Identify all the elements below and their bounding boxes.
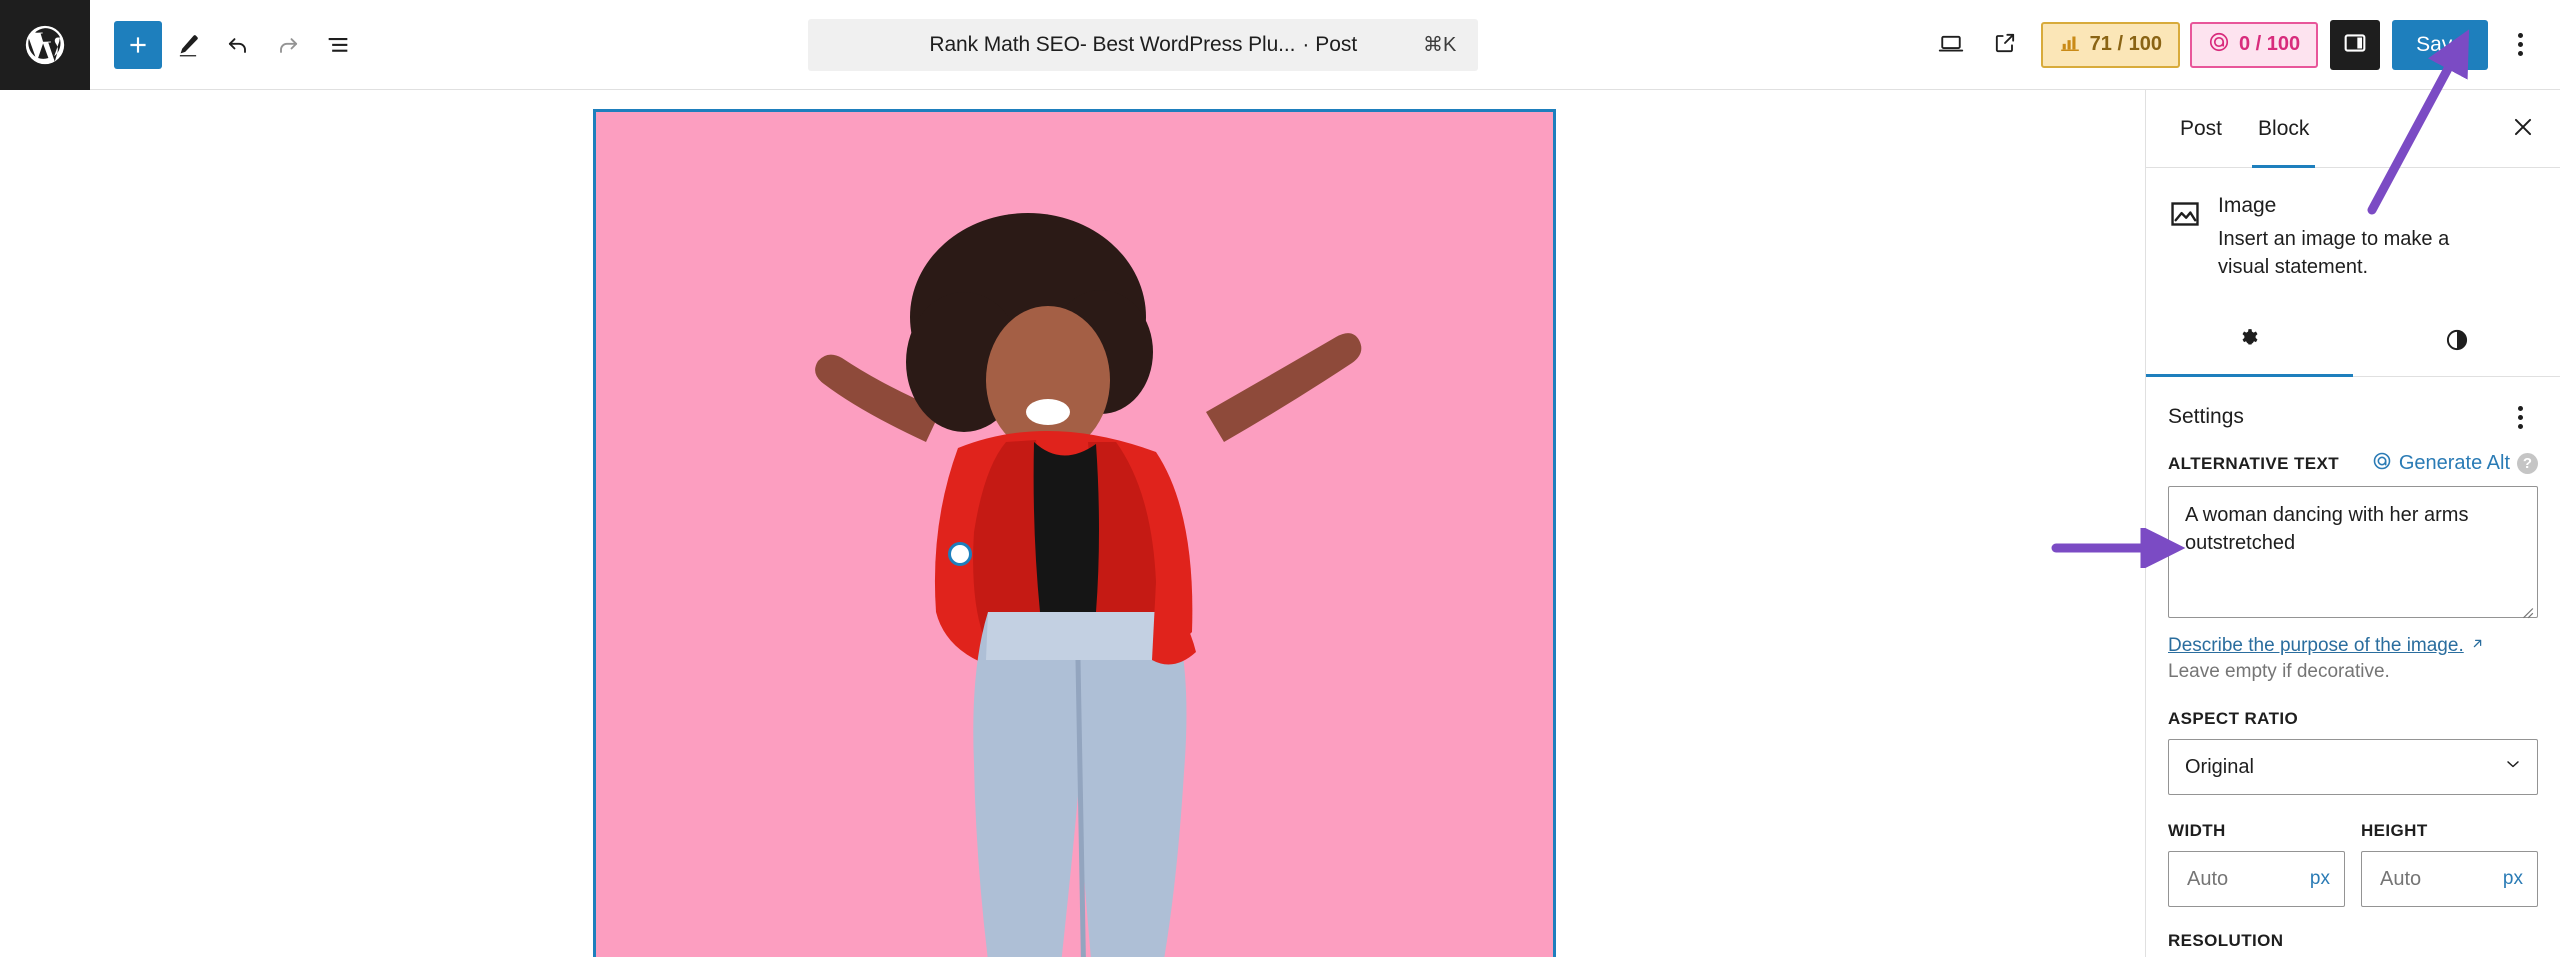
tools-button[interactable] bbox=[164, 21, 212, 69]
alt-text-input-wrapper bbox=[2168, 486, 2538, 623]
close-icon bbox=[2510, 114, 2536, 143]
sidebar-tab-bar: Post Block bbox=[2146, 90, 2560, 168]
width-input[interactable] bbox=[2185, 866, 2287, 892]
tab-post[interactable]: Post bbox=[2162, 90, 2240, 168]
width-unit[interactable]: px bbox=[2310, 868, 2330, 890]
describe-purpose-link[interactable]: Describe the purpose of the image. bbox=[2168, 635, 2485, 657]
chevron-down-icon bbox=[2503, 754, 2523, 780]
alt-text-label: ALTERNATIVE TEXT bbox=[2168, 453, 2340, 473]
document-type: · Post bbox=[1302, 32, 1358, 56]
aspect-ratio-label: ASPECT RATIO bbox=[2168, 709, 2299, 729]
preview-button[interactable] bbox=[1979, 19, 2031, 71]
list-view-icon bbox=[324, 31, 352, 59]
alt-text-field-group: ALTERNATIVE TEXT Generate Alt ? A woman … bbox=[2146, 441, 2560, 951]
selected-image-block[interactable] bbox=[593, 109, 1556, 957]
toolbar-right-group: 71 / 100 0 / 100 Save bbox=[1925, 19, 2560, 71]
width-field-group: WIDTH px bbox=[2168, 821, 2345, 908]
aspect-ratio-value: Original bbox=[2185, 755, 2254, 778]
toolbar-center-group: Rank Math SEO- Best WordPress Plu... · P… bbox=[362, 18, 1925, 71]
settings-sidebar: Post Block Image Insert an image to make… bbox=[2145, 90, 2560, 957]
plus-icon bbox=[125, 32, 151, 58]
editor-top-toolbar: Rank Math SEO- Best WordPress Plu... · P… bbox=[0, 0, 2560, 90]
height-unit[interactable]: px bbox=[2503, 868, 2523, 890]
document-title: Rank Math SEO- Best WordPress Plu... bbox=[929, 32, 1296, 56]
height-field-group: HEIGHT px bbox=[2361, 821, 2538, 908]
alt-text-hint: Leave empty if decorative. bbox=[2168, 661, 2390, 683]
image-photo bbox=[596, 112, 1553, 957]
tab-block[interactable]: Block bbox=[2240, 90, 2327, 168]
laptop-view-icon bbox=[1936, 28, 1966, 61]
block-info-card: Image Insert an image to make a visual s… bbox=[2146, 168, 2560, 307]
vertical-dots-icon bbox=[2517, 33, 2523, 56]
help-icon[interactable]: ? bbox=[2517, 453, 2538, 475]
width-input-wrapper[interactable]: px bbox=[2168, 851, 2345, 908]
gear-icon bbox=[2237, 327, 2263, 356]
editor-canvas[interactable] bbox=[0, 90, 2145, 957]
external-link-preview-icon bbox=[1991, 29, 2019, 60]
height-label: HEIGHT bbox=[2361, 821, 2428, 841]
height-input[interactable] bbox=[2378, 866, 2480, 892]
content-ai-badge[interactable]: 0 / 100 bbox=[2189, 21, 2319, 68]
settings-sidebar-toggle[interactable] bbox=[2330, 19, 2381, 70]
list-view-button[interactable] bbox=[314, 21, 362, 69]
inspector-tab-bar bbox=[2146, 307, 2560, 378]
settings-title: Settings bbox=[2168, 405, 2244, 429]
wordpress-block-editor: Rank Math SEO- Best WordPress Plu... · P… bbox=[0, 0, 2560, 957]
view-device-button[interactable] bbox=[1925, 19, 1977, 71]
image-block-icon bbox=[2168, 197, 2202, 231]
toolbar-left-group bbox=[90, 20, 362, 69]
inspector-tab-settings[interactable] bbox=[2146, 307, 2353, 378]
close-sidebar-button[interactable] bbox=[2500, 106, 2546, 152]
redo-button[interactable] bbox=[264, 21, 312, 69]
aspect-ratio-select[interactable]: Original bbox=[2168, 739, 2538, 796]
settings-options-button[interactable] bbox=[2502, 399, 2538, 435]
block-title: Image bbox=[2218, 194, 2277, 217]
wordpress-logo-icon[interactable] bbox=[0, 0, 90, 90]
undo-arrow-icon bbox=[224, 31, 252, 59]
dimensions-row: WIDTH px HEIGHT px bbox=[2168, 821, 2538, 908]
alt-text-input[interactable] bbox=[2168, 486, 2538, 619]
add-block-button[interactable] bbox=[114, 20, 162, 69]
seo-score-value: 71 / 100 bbox=[2089, 33, 2162, 55]
redo-arrow-icon bbox=[274, 31, 302, 59]
editor-options-button[interactable] bbox=[2496, 19, 2544, 71]
save-button[interactable]: Save bbox=[2392, 19, 2488, 70]
command-shortcut-hint: ⌘K bbox=[1422, 34, 1457, 56]
generate-alt-button[interactable]: Generate Alt ? bbox=[2372, 451, 2538, 476]
height-input-wrapper[interactable]: px bbox=[2361, 851, 2538, 908]
document-title-chip[interactable]: Rank Math SEO- Best WordPress Plu... · P… bbox=[808, 18, 1479, 71]
contrast-styles-icon bbox=[2444, 327, 2470, 356]
inspector-tab-styles[interactable] bbox=[2353, 307, 2560, 376]
content-ai-target-icon bbox=[2372, 451, 2392, 476]
image-resize-handle[interactable] bbox=[948, 542, 972, 566]
settings-panel-icon bbox=[2341, 29, 2369, 60]
seo-chart-icon bbox=[2059, 31, 2081, 59]
vertical-dots-icon bbox=[2517, 405, 2523, 429]
resolution-label: RESOLUTION bbox=[2168, 931, 2284, 951]
content-ai-value: 0 / 100 bbox=[2238, 33, 2301, 55]
block-description: Insert an image to make a visual stateme… bbox=[2218, 228, 2450, 278]
alt-text-label-row: ALTERNATIVE TEXT Generate Alt ? bbox=[2168, 441, 2538, 476]
content-ai-target-icon bbox=[2208, 31, 2230, 59]
undo-button[interactable] bbox=[214, 21, 262, 69]
settings-header: Settings bbox=[2146, 377, 2560, 441]
external-link-icon bbox=[2470, 635, 2485, 657]
generate-alt-label: Generate Alt bbox=[2398, 452, 2510, 475]
width-label: WIDTH bbox=[2168, 821, 2226, 841]
seo-score-badge[interactable]: 71 / 100 bbox=[2040, 21, 2180, 68]
pencil-icon bbox=[175, 32, 201, 58]
